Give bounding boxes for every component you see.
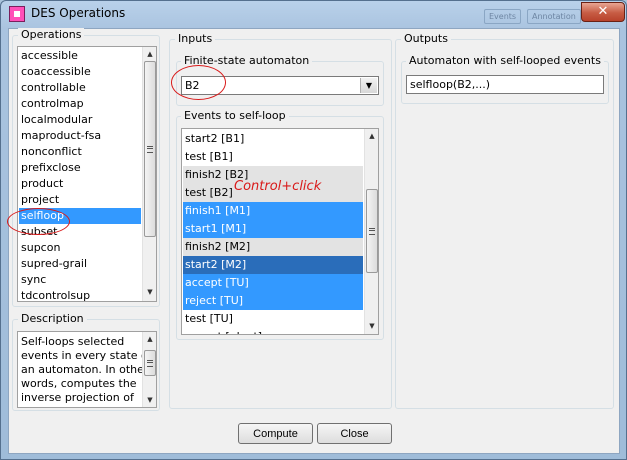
operations-scrollbar[interactable]: ▲ ▼ — [142, 47, 156, 301]
compute-button[interactable]: Compute — [238, 423, 313, 444]
operation-item[interactable]: localmodular — [19, 112, 141, 128]
output-automaton-field[interactable]: selfloop(B2,...) — [406, 75, 604, 94]
operation-item[interactable]: controlmap — [19, 96, 141, 112]
description-legend: Description — [18, 312, 87, 325]
operation-item[interactable]: prefixclose — [19, 160, 141, 176]
operation-item[interactable]: coaccessible — [19, 64, 141, 80]
control-click-annotation: Control+click — [234, 179, 322, 194]
dialog-window: DES Operations Events Annotation ✕ Opera… — [0, 0, 627, 460]
dialog-client-area: Operations accessible coaccessible control… — [7, 28, 620, 454]
event-item[interactable]: accept [plant] — [183, 328, 363, 334]
scroll-down-icon[interactable]: ▼ — [143, 285, 156, 299]
operations-group: Operations accessible coaccessible control… — [12, 28, 160, 307]
description-line: words, computes the — [21, 377, 137, 390]
event-item[interactable]: accept [TU] — [183, 274, 363, 292]
operation-item[interactable]: controllable — [19, 80, 141, 96]
operations-legend: Operations — [18, 28, 85, 41]
events-legend: Events to self-loop — [181, 109, 289, 122]
operation-item[interactable]: product — [19, 176, 141, 192]
scroll-thumb[interactable] — [144, 350, 156, 376]
event-item[interactable]: finish1 [M1] — [183, 202, 363, 220]
app-icon — [9, 6, 25, 22]
operation-item[interactable]: accessible — [19, 48, 141, 64]
events-group: Events to self-loop start2 [B1] test [B1]… — [176, 109, 384, 340]
event-item[interactable]: start2 [B1] — [183, 130, 363, 148]
output-automaton-group: Automaton with self-looped events selflo… — [401, 54, 609, 104]
description-group: Description Self-loops selected events in… — [12, 312, 160, 411]
event-item[interactable]: test [TU] — [183, 310, 363, 328]
event-item[interactable]: start1 [M1] — [183, 220, 363, 238]
scroll-down-icon[interactable]: ▼ — [143, 393, 156, 407]
events-scrollbar[interactable]: ▲ ▼ — [364, 129, 378, 334]
close-button[interactable]: Close — [317, 423, 392, 444]
scroll-thumb[interactable] — [144, 61, 156, 237]
events-list[interactable]: start2 [B1] test [B1] finish2 [B2] test [B2… — [181, 128, 379, 335]
description-line: inverse projection of — [21, 391, 134, 404]
description-text: Self-loops selected events in every state… — [17, 331, 157, 408]
event-item[interactable]: start2 [M2] — [183, 256, 363, 274]
grip-icon — [147, 146, 153, 153]
inputs-legend: Inputs — [175, 32, 216, 45]
description-line: Self-loops selected — [21, 335, 125, 348]
window-title: DES Operations — [31, 6, 126, 20]
scroll-up-icon[interactable]: ▲ — [143, 47, 156, 61]
description-line: events in every state of — [21, 349, 152, 362]
title-bar[interactable]: DES Operations Events Annotation ✕ — [1, 1, 626, 27]
dropdown-arrow-icon[interactable]: ▼ — [360, 78, 377, 93]
scroll-down-icon[interactable]: ▼ — [365, 319, 378, 333]
event-item[interactable]: finish2 [M2] — [183, 238, 363, 256]
operation-item[interactable]: tdcontrolsup — [19, 288, 141, 301]
automaton-highlight-ellipse — [171, 65, 226, 100]
event-item[interactable]: test [B1] — [183, 148, 363, 166]
outputs-legend: Outputs — [401, 32, 451, 45]
grip-icon — [147, 360, 153, 367]
operation-item[interactable]: supcon — [19, 240, 141, 256]
operation-item[interactable]: nonconflict — [19, 144, 141, 160]
description-scrollbar[interactable]: ▲ ▼ — [142, 332, 156, 407]
scroll-up-icon[interactable]: ▲ — [365, 129, 378, 143]
event-item[interactable]: reject [TU] — [183, 292, 363, 310]
grip-icon — [369, 228, 375, 235]
operations-list[interactable]: accessible coaccessible controllable contro… — [17, 46, 157, 302]
scroll-thumb[interactable] — [366, 189, 378, 273]
description-line: an automaton. In other — [21, 363, 149, 376]
selfloop-highlight-ellipse — [7, 208, 70, 235]
operation-item[interactable]: maproduct-fsa — [19, 128, 141, 144]
background-tab-events: Events — [484, 9, 522, 24]
close-window-button[interactable]: ✕ — [581, 2, 625, 22]
background-tab-annotation: Annotation — [527, 9, 581, 24]
operation-item[interactable]: project — [19, 192, 141, 208]
operation-item[interactable]: sync — [19, 272, 141, 288]
output-automaton-legend: Automaton with self-looped events — [406, 54, 604, 67]
scroll-up-icon[interactable]: ▲ — [143, 332, 156, 346]
operation-item[interactable]: supred-grail — [19, 256, 141, 272]
outputs-group: Outputs Automaton with self-looped event… — [395, 32, 614, 409]
